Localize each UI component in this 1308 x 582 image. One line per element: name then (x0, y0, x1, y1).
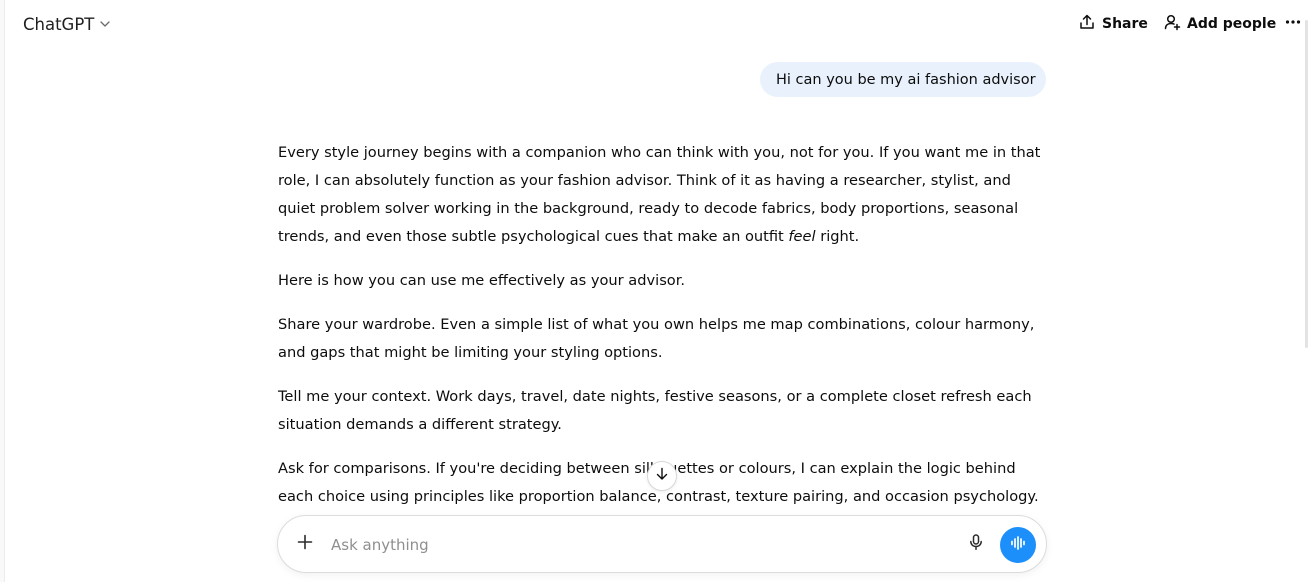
user-message-bubble: Hi can you be my ai fashion advisor (760, 62, 1046, 97)
assistant-text: right. (815, 228, 860, 245)
share-label: Share (1102, 16, 1148, 32)
more-horizontal-icon (1284, 13, 1302, 35)
add-people-button[interactable]: Add people (1163, 11, 1276, 37)
voice-mode-icon (1009, 534, 1027, 556)
more-options-button[interactable] (1282, 11, 1304, 37)
sidebar-edge (0, 0, 5, 582)
assistant-paragraph: Here is how you can use me effectively a… (278, 272, 686, 289)
top-header: ChatGPT Share Add people (0, 0, 1308, 46)
user-message-text: Hi can you be my ai fashion advisor (776, 71, 1036, 88)
plus-icon (296, 533, 314, 555)
model-switcher[interactable]: ChatGPT (14, 10, 120, 38)
chat-app: ChatGPT Share Add people Hi can you be m… (0, 0, 1308, 582)
share-icon (1078, 13, 1096, 35)
assistant-paragraph: Tell me your context. Work days, travel,… (278, 388, 1032, 433)
add-people-label: Add people (1187, 16, 1277, 32)
dictate-button[interactable] (965, 533, 987, 555)
arrow-down-icon (654, 466, 670, 486)
prompt-input[interactable] (331, 532, 891, 558)
add-person-icon (1163, 13, 1181, 35)
emphasis-text: feel (788, 228, 816, 245)
microphone-icon (967, 533, 985, 555)
assistant-paragraph: Share your wardrobe. Even a simple list … (278, 316, 1035, 361)
chevron-down-icon (99, 15, 111, 34)
share-button[interactable]: Share (1078, 11, 1148, 37)
model-label: ChatGPT (23, 14, 95, 34)
assistant-text: Every style journey begins with a compan… (278, 144, 1041, 245)
attach-button[interactable] (294, 533, 316, 555)
voice-mode-button[interactable] (1000, 527, 1036, 563)
scroll-to-bottom-button[interactable] (647, 461, 677, 491)
assistant-paragraph: Every style journey begins with a compan… (278, 139, 1048, 251)
message-composer (277, 515, 1047, 573)
